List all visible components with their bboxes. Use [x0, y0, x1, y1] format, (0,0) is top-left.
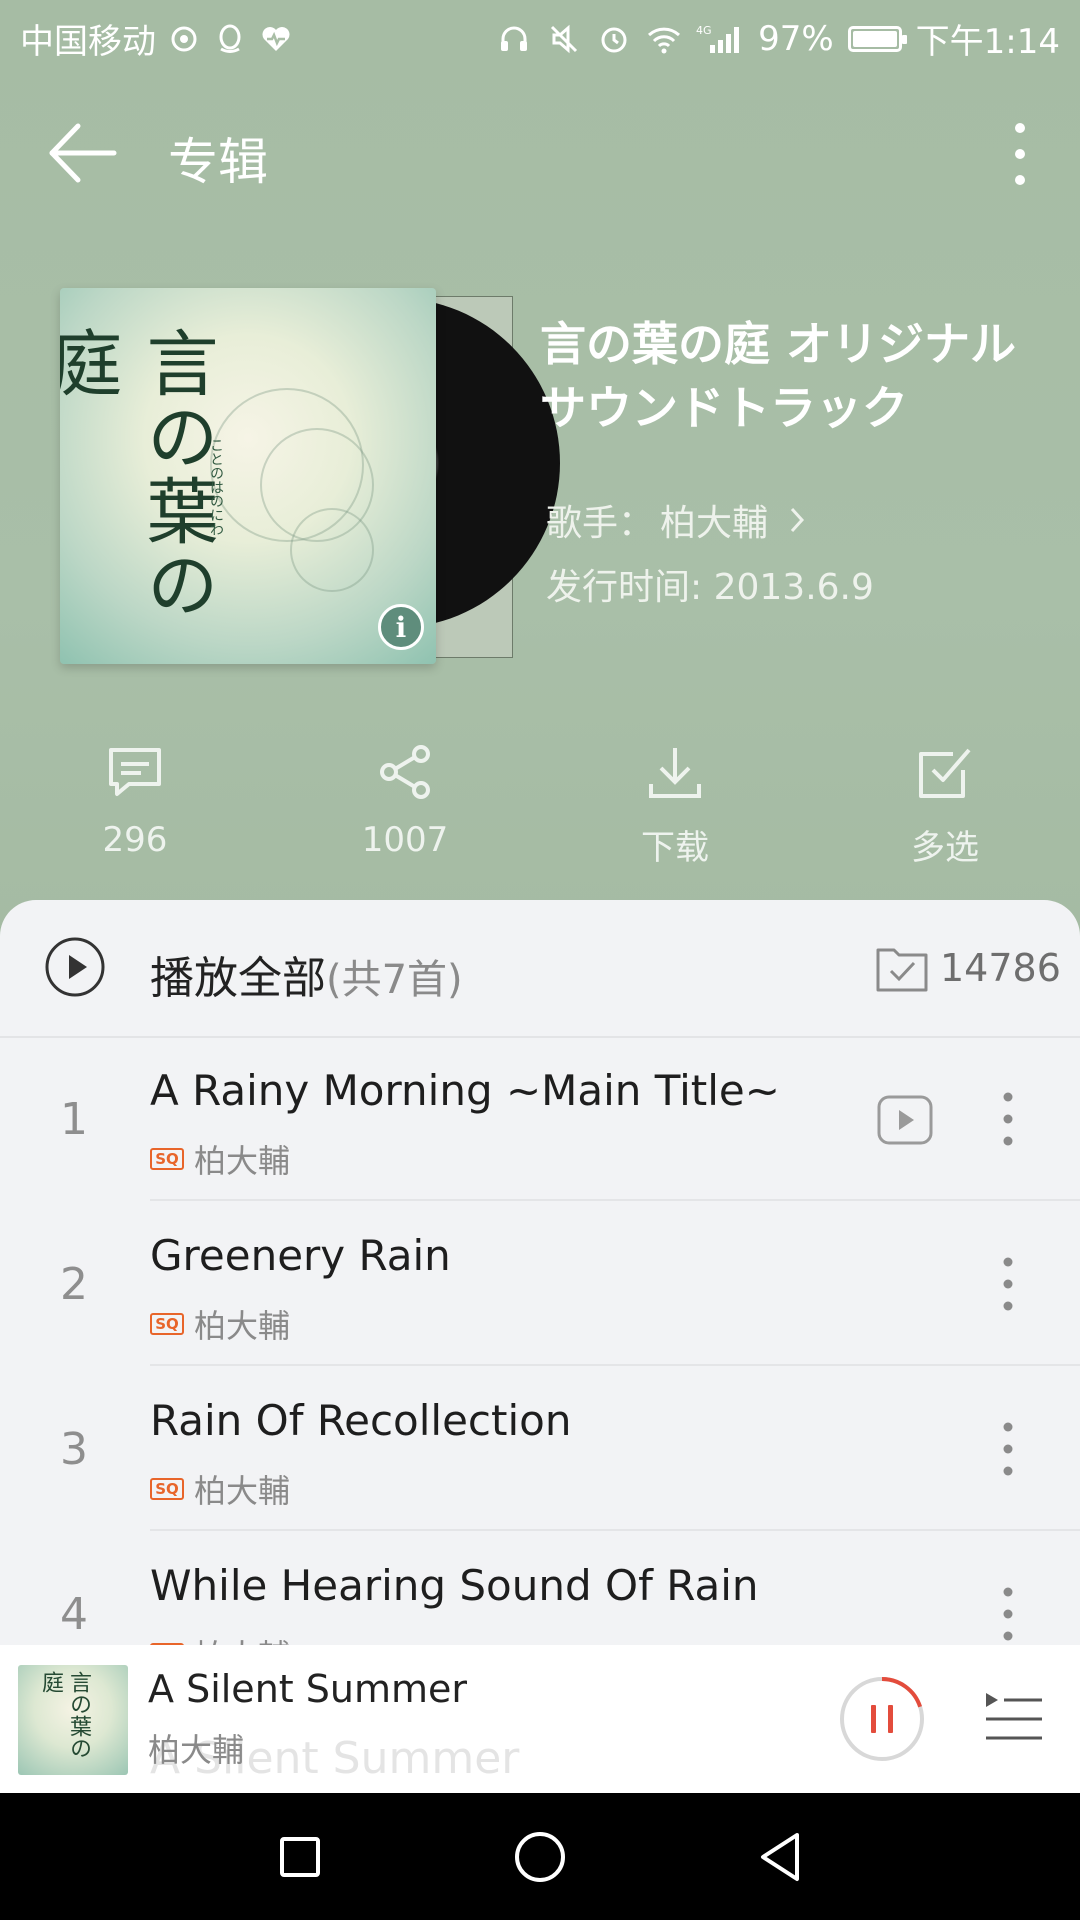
artist-label: 歌手： — [546, 503, 655, 544]
chevron-right-icon — [790, 507, 805, 533]
more-options-button[interactable] — [990, 114, 1050, 194]
track-artist: 柏大輔 — [194, 1472, 291, 1510]
release-date: 2013.6.9 — [713, 567, 874, 608]
play-all-button[interactable] — [44, 936, 106, 998]
mini-player-cover[interactable]: 言の葉の庭 — [18, 1665, 128, 1775]
more-vertical-icon — [1003, 1422, 1013, 1476]
sq-quality-badge: SQ — [150, 1313, 184, 1335]
hd-call-icon — [166, 21, 202, 57]
share-count: 1007 — [361, 820, 449, 860]
pause-progress-icon — [840, 1677, 924, 1761]
album-info-button[interactable]: i — [378, 604, 424, 650]
more-vertical-icon — [1015, 123, 1025, 185]
track-more-button[interactable] — [990, 1251, 1026, 1317]
multi-select-icon — [919, 748, 971, 798]
track-number: 3 — [60, 1424, 88, 1475]
track-row[interactable]: 2 Greenery Rain SQ 柏大輔 — [0, 1201, 1080, 1366]
release-date-row: 发行时间: 2013.6.9 — [546, 558, 874, 610]
back-arrow-icon — [49, 123, 117, 183]
track-title: A Rainy Morning ~Main Title~ — [150, 1066, 780, 1115]
multi-select-button[interactable]: 多选 — [810, 740, 1080, 870]
cell-signal-icon: 4G — [696, 21, 744, 57]
triangle-back-icon — [761, 1832, 799, 1881]
now-playing-artist: 柏大輔 — [148, 1731, 245, 1769]
share-icon — [380, 745, 430, 799]
square-recents-icon — [280, 1836, 320, 1877]
track-number: 2 — [60, 1259, 88, 1310]
track-more-button[interactable] — [990, 1416, 1026, 1482]
folder-check-icon — [876, 948, 928, 992]
track-title: Rain Of Recollection — [150, 1396, 572, 1445]
track-title: Greenery Rain — [150, 1231, 451, 1280]
track-row[interactable]: 3 Rain Of Recollection SQ 柏大輔 — [0, 1366, 1080, 1531]
collect-button[interactable] — [874, 942, 930, 994]
title-bar: 专辑 — [0, 100, 1080, 210]
sq-quality-badge: SQ — [150, 1478, 184, 1500]
track-number: 1 — [60, 1094, 88, 1145]
album-name: 言の葉の庭 オリジナル サウンドトラック — [540, 317, 1017, 435]
more-vertical-icon — [1003, 1257, 1013, 1311]
artist-link[interactable]: 歌手： 柏大輔 — [546, 494, 812, 546]
recents-button[interactable] — [180, 1793, 420, 1920]
comment-icon — [109, 748, 161, 796]
carrier-name: 中国移动 — [20, 22, 156, 62]
mini-player[interactable]: A Silent Summer 言の葉の庭 A Silent Summer 柏大… — [0, 1645, 1080, 1793]
more-vertical-icon — [1003, 1587, 1013, 1641]
share-button[interactable]: 1007 — [270, 740, 540, 870]
album-actions: 296 1007 下载 多选 — [0, 740, 1080, 870]
track-artist: 柏大輔 — [194, 1142, 291, 1180]
play-circle-icon — [45, 937, 105, 997]
play-all-row[interactable]: 播放全部(共7首) 14786 — [0, 900, 1080, 1038]
qq-icon — [212, 21, 248, 57]
download-label: 下载 — [641, 828, 709, 868]
video-play-icon — [877, 1095, 933, 1145]
home-button[interactable] — [420, 1793, 660, 1920]
track-artist: 柏大輔 — [194, 1307, 291, 1345]
info-icon: i — [395, 610, 407, 644]
wifi-icon — [646, 21, 682, 57]
svg-text:4G: 4G — [696, 24, 712, 37]
track-row[interactable]: 1 A Rainy Morning ~Main Title~ SQ 柏大輔 — [0, 1036, 1080, 1201]
back-nav-button[interactable] — [660, 1793, 900, 1920]
health-heart-icon — [258, 21, 294, 57]
pause-button[interactable] — [838, 1675, 926, 1763]
page-title: 专辑 — [168, 133, 268, 191]
track-row[interactable]: 4 While Hearing Sound Of Rain SQ 柏大輔 — [0, 1531, 1080, 1645]
headphones-icon — [496, 21, 532, 57]
playlist-icon — [986, 1693, 1042, 1740]
artist-name: 柏大輔 — [660, 503, 769, 544]
download-button[interactable]: 下载 — [540, 740, 810, 870]
battery-icon — [847, 25, 907, 52]
track-number: 4 — [60, 1589, 88, 1640]
track-count: (共7首) — [326, 957, 463, 1003]
track-more-button[interactable] — [990, 1086, 1026, 1152]
comments-button[interactable]: 296 — [0, 740, 270, 870]
circle-home-icon — [515, 1831, 565, 1882]
status-bar: 中国移动 4G 97% 下午1:14 — [0, 0, 1080, 76]
album-cover-area[interactable]: 言の葉の庭 ことのはのにわ i — [60, 288, 560, 668]
track-more-button[interactable] — [990, 1581, 1026, 1645]
playlist-queue-button[interactable] — [982, 1689, 1046, 1749]
download-icon — [649, 748, 701, 798]
cover-subtitle: ことのはのにわ — [208, 438, 224, 536]
more-vertical-icon — [1003, 1092, 1013, 1146]
track-title: While Hearing Sound Of Rain — [150, 1561, 759, 1610]
play-all-label: 播放全部(共7首) — [150, 953, 463, 1004]
album-cover[interactable]: 言の葉の庭 ことのはのにわ — [60, 288, 436, 664]
multi-select-label: 多选 — [911, 828, 979, 868]
now-playing-title: A Silent Summer — [148, 1667, 467, 1711]
track-artist: 柏大輔 — [194, 1631, 290, 1645]
back-button[interactable] — [44, 118, 124, 188]
mv-button[interactable] — [876, 1094, 934, 1146]
release-label: 发行时间: — [546, 567, 714, 608]
comment-count: 296 — [102, 820, 168, 860]
sq-quality-badge: SQ — [150, 1148, 184, 1170]
collect-count: 14786 — [940, 946, 1061, 990]
battery-percent: 97% — [758, 18, 834, 59]
system-navigation-bar — [0, 1793, 1080, 1920]
clock: 下午1:14 — [915, 22, 1060, 62]
mute-icon — [546, 21, 582, 57]
alarm-icon — [596, 21, 632, 57]
track-list-panel: 播放全部(共7首) 14786 1 A Rainy Morning ~Main … — [0, 900, 1080, 1645]
